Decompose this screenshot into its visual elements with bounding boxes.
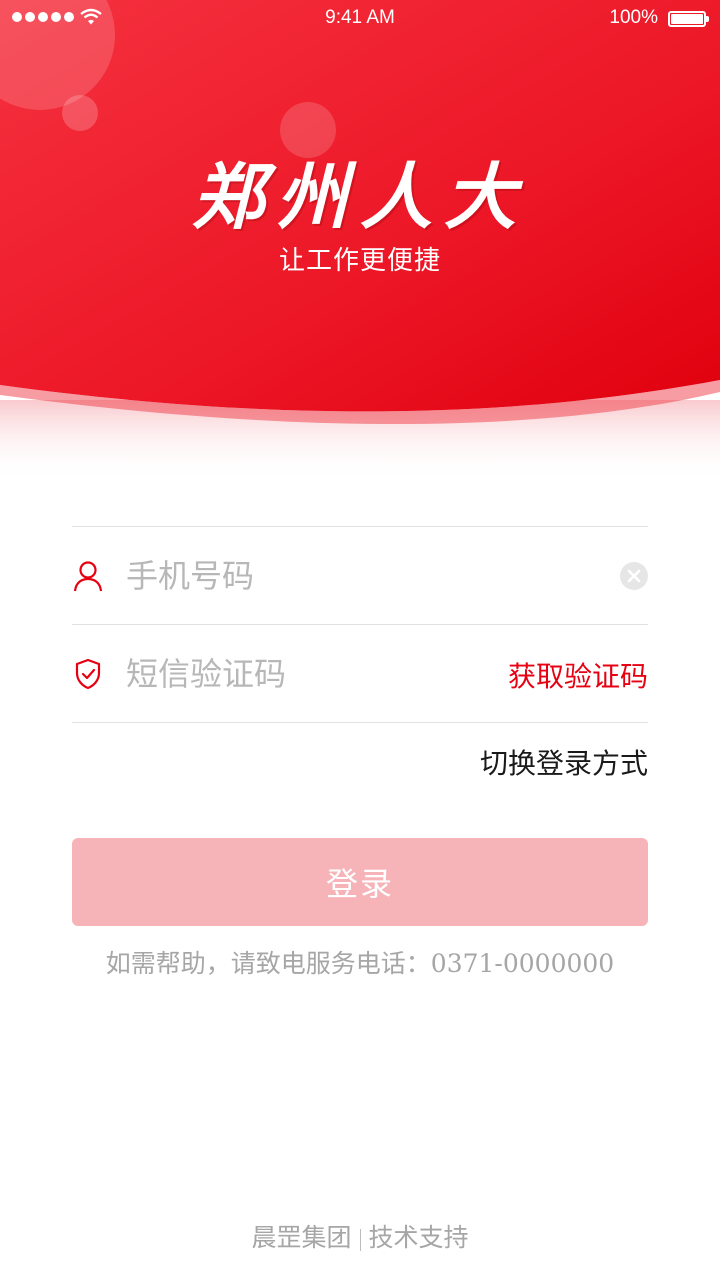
battery-percent: 100% — [609, 7, 658, 28]
app-subtitle: 让工作更便捷 — [278, 246, 441, 276]
app-title: 郑州人大 — [191, 154, 528, 239]
help-text: 如需帮助，请致电服务电话：0371-0000000 — [105, 949, 615, 978]
footer-separator — [359, 1228, 361, 1251]
switch-login-link[interactable]: 切换登录方式 — [480, 742, 648, 782]
login-form: 获取验证码 — [72, 526, 648, 723]
battery-icon — [668, 11, 709, 27]
footer: 晨罡集团 技术支持 — [0, 1218, 720, 1254]
shield-icon — [72, 658, 104, 690]
login-button[interactable]: 登录 — [72, 838, 648, 926]
clear-icon[interactable] — [620, 562, 648, 594]
header-banner: 9:41 AM 100% 郑州人大 让工作更便捷 — [0, 0, 720, 480]
divider — [72, 722, 648, 723]
user-icon — [72, 560, 104, 592]
code-row: 获取验证码 — [72, 625, 648, 722]
footer-support: 技术支持 — [368, 1223, 469, 1252]
phone-row — [72, 527, 648, 624]
get-code-button[interactable]: 获取验证码 — [508, 655, 648, 695]
footer-company: 晨罡集团 — [251, 1223, 352, 1252]
phone-input[interactable] — [126, 545, 648, 606]
status-bar: 9:41 AM 100% — [0, 0, 720, 36]
